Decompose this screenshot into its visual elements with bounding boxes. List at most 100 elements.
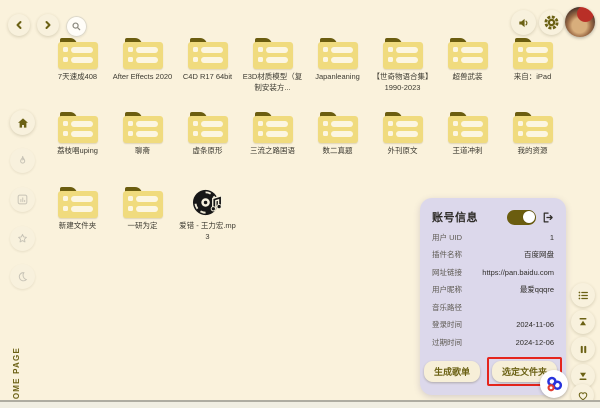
field-value: https://pan.baidu.com xyxy=(482,268,554,277)
folder-label: E3D材质模型（复制安装方... xyxy=(243,72,303,94)
field-row: 音乐路径 xyxy=(432,302,554,313)
field-value: 百度网盘 xyxy=(524,249,554,260)
sidebar-item-favorites[interactable] xyxy=(10,226,35,251)
folder-row-1: 7天速成408 After Effects 2020 C4D R17 64bit… xyxy=(45,38,565,94)
chevron-left-icon xyxy=(13,19,25,31)
folder-label: 三流之路国语 xyxy=(250,146,295,157)
folder-item[interactable]: 荔枝唱uping xyxy=(45,112,110,157)
folder-item[interactable]: E3D材质模型（复制安装方... xyxy=(240,38,305,94)
home-icon xyxy=(16,116,30,130)
folder-item[interactable]: 数二真题 xyxy=(305,112,370,157)
folder-label: 聊斋 xyxy=(135,146,150,157)
folder-item[interactable]: 超兽武装 xyxy=(435,38,500,94)
search-icon xyxy=(71,21,82,32)
chevron-right-icon xyxy=(42,19,54,31)
folder-label: 超兽武装 xyxy=(453,72,483,83)
search-button[interactable] xyxy=(66,16,87,37)
folder-row-3: 新建文件夹 一研为定 爱错 - 王力宏.mp3 xyxy=(45,187,240,243)
logout-icon[interactable] xyxy=(541,211,554,224)
field-label: 插件名称 xyxy=(432,249,462,260)
folder-label: 7天速成408 xyxy=(58,72,97,83)
bar-chart-icon xyxy=(16,193,29,206)
folder-item[interactable]: C4D R17 64bit xyxy=(175,38,240,94)
skip-to-top-button[interactable] xyxy=(571,310,595,334)
folder-item[interactable]: Japanleaning xyxy=(305,38,370,94)
flame-icon xyxy=(16,154,29,167)
field-row: 用户昵称最爱qqqre xyxy=(432,284,554,295)
field-label: 用户 UID xyxy=(432,232,462,243)
folder-icon xyxy=(187,38,229,69)
field-row: 用户 UID 1 xyxy=(432,232,554,243)
star-icon xyxy=(16,232,29,245)
field-label: 过期时间 xyxy=(432,337,462,348)
folder-item[interactable]: 一研为定 xyxy=(110,187,175,243)
folder-icon xyxy=(122,187,164,218)
folder-icon xyxy=(122,38,164,69)
folder-item[interactable]: 我的资源 xyxy=(500,112,565,157)
field-value: 1 xyxy=(550,233,554,242)
field-row: 插件名称 百度网盘 xyxy=(432,249,554,260)
folder-icon xyxy=(317,112,359,143)
folder-label: 我的资源 xyxy=(518,146,548,157)
folder-icon xyxy=(382,38,424,69)
folder-item[interactable]: 聊斋 xyxy=(110,112,175,157)
field-label: 登录时间 xyxy=(432,319,462,330)
folder-label: C4D R17 64bit xyxy=(183,72,232,83)
field-label: 网址链接 xyxy=(432,267,462,278)
pause-icon xyxy=(578,344,589,355)
folder-label: Japanleaning xyxy=(315,72,360,83)
generate-playlist-button[interactable]: 生成歌单 xyxy=(424,361,480,382)
toggle-knob xyxy=(523,211,535,223)
sidebar-item-night-mode[interactable] xyxy=(10,264,35,289)
settings-button[interactable] xyxy=(539,10,564,35)
folder-item[interactable]: 【世奇物语合集】1990-2023 xyxy=(370,38,435,94)
folder-label: 【世奇物语合集】1990-2023 xyxy=(373,72,433,94)
folder-item[interactable]: 虚条原形 xyxy=(175,112,240,157)
folder-item[interactable]: 王道冲刺 xyxy=(435,112,500,157)
field-row: 网址链接 https://pan.baidu.com xyxy=(432,267,554,278)
pause-button[interactable] xyxy=(571,337,595,361)
window-bottom-edge xyxy=(0,400,600,408)
folder-item[interactable]: 来自：iPad xyxy=(500,38,565,94)
music-file-label: 爱错 - 王力宏.mp3 xyxy=(178,221,238,243)
field-value: 2024-12-06 xyxy=(516,338,554,347)
account-info-panel: 账号信息 用户 UID 1 插件名称 百度网盘 网址链接 https://pan.ba… xyxy=(420,198,566,395)
account-toggle[interactable] xyxy=(507,210,536,225)
folder-icon xyxy=(447,38,489,69)
user-avatar[interactable] xyxy=(565,7,595,37)
folder-icon xyxy=(317,38,359,69)
folder-label: 王道冲刺 xyxy=(453,146,483,157)
volume-button[interactable] xyxy=(511,10,536,35)
field-value: 最爱qqqre xyxy=(520,284,554,295)
folder-item[interactable]: After Effects 2020 xyxy=(110,38,175,94)
folder-label: 新建文件夹 xyxy=(59,221,97,232)
skip-to-bottom-icon xyxy=(577,370,589,382)
folder-item[interactable]: 外刊原文 xyxy=(370,112,435,157)
folder-label: 一研为定 xyxy=(128,221,158,232)
gear-icon xyxy=(544,15,559,30)
sidebar-item-stats[interactable] xyxy=(10,187,35,212)
folder-item[interactable]: 三流之路国语 xyxy=(240,112,305,157)
folder-icon xyxy=(57,38,99,69)
folder-icon xyxy=(447,112,489,143)
folder-icon xyxy=(122,112,164,143)
folder-label: 来自：iPad xyxy=(514,72,552,83)
panel-title: 账号信息 xyxy=(432,209,478,225)
folder-label: After Effects 2020 xyxy=(113,72,172,83)
field-row: 登录时间2024-11-06 xyxy=(432,319,554,330)
baidu-netdisk-button[interactable] xyxy=(540,370,568,398)
music-disc-icon xyxy=(192,187,223,218)
sidebar-item-hot[interactable] xyxy=(10,148,35,173)
forward-button[interactable] xyxy=(37,14,59,36)
back-button[interactable] xyxy=(8,14,30,36)
folder-item[interactable]: 新建文件夹 xyxy=(45,187,110,243)
app-window: HOME PAGE 7天速成408 After Effects 2020 C4D… xyxy=(0,0,600,408)
folder-icon xyxy=(57,112,99,143)
field-label: 音乐路径 xyxy=(432,302,462,313)
folder-icon xyxy=(512,38,554,69)
folder-item[interactable]: 7天速成408 xyxy=(45,38,110,94)
sidebar-item-home[interactable] xyxy=(10,110,35,135)
skip-to-top-icon xyxy=(577,316,589,328)
music-file-item[interactable]: 爱错 - 王力宏.mp3 xyxy=(175,187,240,243)
playlist-button[interactable] xyxy=(571,283,595,307)
